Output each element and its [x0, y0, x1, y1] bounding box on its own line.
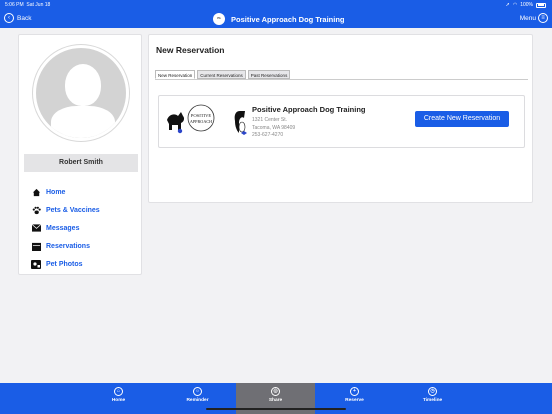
status-time-date: 5:06 PM Sat Jun 18	[5, 2, 50, 8]
create-new-reservation-button[interactable]: Create New Reservation	[415, 111, 509, 127]
battery-percent: 100%	[520, 2, 533, 8]
tab-past-reservations[interactable]: Past Reservations	[247, 70, 291, 79]
sidebar-item-pet-photos[interactable]: Pet Photos	[31, 255, 100, 273]
profile-card: Robert Smith Home Pets & Vaccines Messag…	[18, 34, 142, 275]
status-date: Sat Jun 18	[26, 2, 51, 8]
avatar-body	[51, 106, 115, 138]
back-button[interactable]: ‹ Back	[4, 13, 31, 23]
sidebar-item-label: Reservations	[46, 242, 90, 250]
sidebar-item-home[interactable]: Home	[31, 183, 100, 201]
nav-title-text: Positive Approach Dog Training	[231, 14, 345, 24]
tabbar-timeline[interactable]: ◷ Timeline	[393, 383, 472, 414]
nav-bar: ‹ Back PA Positive Approach Dog Training…	[0, 10, 552, 28]
tab-current-reservations[interactable]: Current Reservations	[197, 70, 246, 79]
status-right: ➚ ◠ 100%	[506, 2, 546, 8]
profile-name: Robert Smith	[24, 154, 138, 172]
business-card: POSITIVE APPROACH Positive Approach Dog …	[158, 95, 525, 148]
dog-logo-icon	[232, 109, 250, 137]
envelope-icon	[31, 223, 41, 233]
menu-button[interactable]: Menu ≡	[520, 13, 548, 23]
status-bar: 5:06 PM Sat Jun 18 ➚ ◠ 100%	[0, 0, 552, 10]
share-icon: ◎	[271, 387, 280, 396]
photo-icon	[31, 259, 41, 269]
tab-new-reservation[interactable]: New Reservation	[155, 70, 196, 79]
home-icon	[31, 187, 41, 197]
back-label: Back	[17, 14, 32, 22]
tabbar-label: Share	[268, 398, 283, 403]
business-logo-icon: PA	[213, 13, 225, 25]
positive-approach-logo: POSITIVE APPROACH	[165, 104, 223, 136]
tabbar-label: Home	[111, 398, 126, 403]
battery-icon	[536, 2, 546, 8]
sidebar-item-pets[interactable]: Pets & Vaccines	[31, 201, 100, 219]
tabbar-label: Timeline	[422, 398, 443, 403]
plus-icon: +	[350, 387, 359, 396]
sidebar-item-reservations[interactable]: Reservations	[31, 237, 100, 255]
timeline-icon: ◷	[428, 387, 437, 396]
paw-icon	[31, 205, 41, 215]
tabbar-label: Reserve	[345, 398, 364, 403]
avatar-head	[65, 64, 101, 106]
home-icon: ⌂	[114, 387, 123, 396]
status-time: 5:06 PM	[5, 2, 24, 8]
sidebar-item-messages[interactable]: Messages	[31, 219, 100, 237]
profile-menu: Home Pets & Vaccines Messages Reservatio…	[31, 183, 100, 273]
reservation-tabs: New Reservation Current Reservations Pas…	[155, 70, 291, 79]
hamburger-icon: ≡	[538, 13, 548, 23]
business-name: Positive Approach Dog Training	[252, 105, 366, 114]
menu-label: Menu	[519, 14, 536, 22]
business-address: 1321 Center St. Tacoma, WA 98409 253-627…	[252, 117, 295, 140]
sidebar-item-label: Messages	[46, 224, 80, 232]
avatar[interactable]	[33, 45, 129, 141]
sidebar-item-label: Pet Photos	[46, 260, 83, 268]
calendar-icon	[31, 241, 41, 251]
sidebar-item-label: Home	[46, 188, 66, 196]
tab-divider	[155, 79, 528, 80]
tabbar-home[interactable]: ⌂ Home	[79, 383, 158, 414]
business-phone[interactable]: 253-627-4270	[252, 132, 295, 140]
location-icon: ➚	[505, 2, 510, 8]
page-title: New Reservation	[156, 45, 225, 55]
address-line-1: 1321 Center St.	[252, 117, 288, 123]
chevron-left-icon: ‹	[4, 13, 14, 23]
wifi-icon: ◠	[512, 2, 518, 8]
sidebar-item-label: Pets & Vaccines	[46, 206, 100, 214]
reminder-icon: ☼	[193, 387, 202, 396]
svg-text:POSITIVE: POSITIVE	[191, 113, 212, 118]
svg-text:APPROACH: APPROACH	[190, 119, 212, 124]
tabbar-label: Reminder	[186, 398, 209, 403]
new-reservation-card: New Reservation New Reservation Current …	[148, 34, 533, 203]
address-line-2: Tacoma, WA 98409	[252, 124, 296, 131]
nav-title: PA Positive Approach Dog Training	[213, 13, 345, 25]
home-indicator	[206, 408, 346, 410]
